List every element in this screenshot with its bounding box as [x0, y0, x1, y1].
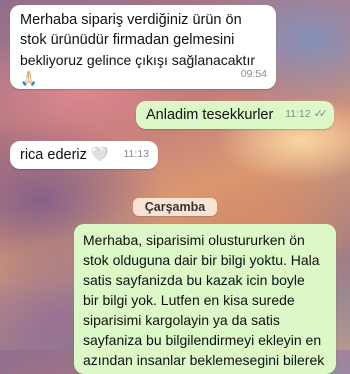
message-text: rica ederiz 🤍 [20, 147, 109, 163]
outgoing-message-bubble[interactable]: Merhaba, siparisimi olustururken ön stok… [74, 224, 336, 374]
praying-hands-emoji: 🙏🏻 [20, 70, 38, 86]
message-text-line: sayfaniza bu bilgilendirmeyi ekleyin en [83, 332, 322, 348]
message-text-line: bekliyoruz gelince çıkışı sağlanacaktır [20, 52, 255, 68]
message-text-line: Merhaba sipariş verdiğiniz ürün ön [20, 12, 242, 28]
message-text-line: stok ürünüdür firmadan gelmesini [20, 32, 235, 48]
message-text-line: siparisimi kargolayin ya da satis [83, 312, 280, 328]
message-time: 11:13 [123, 148, 150, 160]
message-meta: 11:12 ✓✓ [285, 104, 328, 124]
message-meta: 09:54 [241, 64, 267, 84]
date-separator: Çarşamba [133, 198, 217, 216]
message-text-line: stok olduguna dair bir bilgi yoktu. Hala [83, 252, 320, 268]
message-time: 09:54 [240, 68, 267, 80]
message-text: Anladim tesekkurler [146, 107, 274, 123]
message-text-line: Merhaba, siparisimi olustururken ön [83, 232, 305, 248]
incoming-message-bubble[interactable]: rica ederiz 🤍 11:13 [10, 141, 158, 169]
message-text-line: satis sayfanizda bu kazak icin boyle [83, 272, 305, 288]
incoming-message-bubble[interactable]: Merhaba sipariş verdiğiniz ürün ön stok … [10, 5, 276, 89]
message-text-line: bir bilgi yok. Lutfen en kisa surede [83, 292, 295, 308]
message-text-line: azından insanlar beklemesegini bilerek [83, 352, 325, 368]
outgoing-message-bubble[interactable]: Anladim tesekkurler 11:12 ✓✓ [136, 101, 334, 129]
message-meta: 11:13 [124, 144, 150, 164]
message-time: 11:12 [285, 108, 311, 120]
read-receipt-icon: ✓✓ [313, 108, 329, 120]
